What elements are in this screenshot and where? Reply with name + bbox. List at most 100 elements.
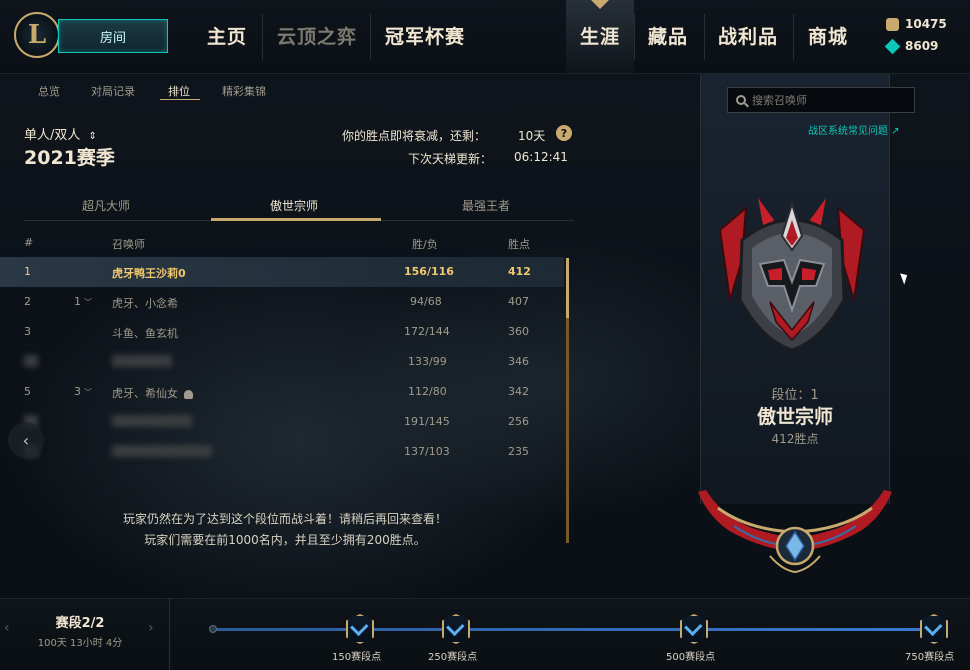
decay-value: 10天 [518,129,546,143]
table-row[interactable]: 3 斗鱼、鱼玄机 172/144 360 [0,317,564,347]
col-header-record: 胜/负 [412,238,438,251]
nav-separator [793,14,794,60]
nav-separator [262,14,263,60]
ladder-update-value: 06:12:41 [514,150,568,164]
chevron-left-icon[interactable]: ‹ [8,422,44,458]
be-amount: 8609 [905,39,939,53]
row-record: 94/68 [410,295,442,308]
person-icon [184,389,193,399]
row-lp: 256 [508,415,529,428]
blue-essence-icon [884,38,901,54]
nav-tab-clash[interactable]: 冠军杯赛 [385,22,465,49]
table-row[interactable]: 191/145 256 [0,407,564,437]
league-logo-icon[interactable]: L [14,12,60,58]
row-rank-change: 1 ﹀ [74,295,92,308]
row-record: 172/144 [404,325,450,338]
tier-tab-grandmaster[interactable]: 傲世宗师 [270,197,318,214]
table-scroll-thumb[interactable] [566,258,569,318]
col-header-rank: # [24,236,34,249]
nav-tab-store[interactable]: 商城 [808,22,848,49]
row-lp: 342 [508,385,529,398]
subnav-highlights[interactable]: 精彩集锦 [222,83,266,99]
row-rank-change: 3 ﹀ [74,385,92,398]
help-icon[interactable]: ? [556,125,572,141]
subnav-ranked[interactable]: 排位 [168,83,190,99]
search-icon [736,95,746,105]
nav-tab-home[interactable]: 主页 [207,22,247,49]
nav-tab-collection[interactable]: 藏品 [648,22,688,49]
row-record: 156/116 [404,265,454,278]
row-record: 133/99 [408,355,447,368]
rank-tier-name: 傲世宗师 [756,406,833,428]
nav-tab-loot[interactable]: 战利品 [718,22,778,49]
split-time-left: 100天 13小时 4分 [37,638,123,649]
rank-position: 段位：1 [771,388,819,403]
sort-toggle-icon: ⇕ [88,131,97,142]
row-rank: 5 [24,385,31,398]
row-summoner-blurred[interactable] [112,415,192,427]
progress-start-node [209,625,217,633]
row-record: 191/145 [404,415,450,428]
row-record: 112/80 [408,385,447,398]
table-row[interactable]: 2 1 ﹀ 虎牙、小念希 94/68 407 [0,287,564,317]
chevron-down-icon: ﹀ [84,388,92,397]
col-header-lp: 胜点 [508,238,530,251]
row-summoner-blurred[interactable] [112,445,212,457]
rp-amount: 10475 [905,17,947,31]
row-lp: 412 [508,265,531,278]
row-lp: 360 [508,325,529,338]
table-row[interactable]: 133/99 346 [0,347,564,377]
nav-separator [634,14,635,60]
subnav-overview[interactable]: 总览 [38,83,60,99]
grandmaster-emblem-icon [718,198,866,352]
row-lp: 235 [508,445,529,458]
ladder-update-label: 下次天梯更新： [408,152,493,166]
rp-balance[interactable]: 10475 [886,17,947,31]
row-record: 137/103 [404,445,450,458]
summoner-search[interactable] [727,87,915,113]
faq-link[interactable]: 战区系统常见问题 ↗ [808,122,900,137]
row-lp: 346 [508,355,529,368]
row-summoner[interactable]: 虎牙、希仙女 [112,385,193,401]
milestone-label: 150赛段点 [332,652,382,663]
ladder-message-line2: 玩家们需要在前1000名内，并且至少拥有200胜点。 [144,533,426,547]
table-row[interactable]: 137/103 235 [0,437,564,467]
row-summoner-blurred[interactable] [112,355,172,367]
be-balance[interactable]: 8609 [884,38,939,54]
play-button[interactable]: 房间 [58,19,168,53]
split-title: 赛段2/2 [55,616,105,631]
rp-coin-icon [886,17,899,31]
row-summoner[interactable]: 斗鱼、鱼玄机 [112,325,178,341]
row-rank: 3 [24,325,31,338]
row-rank: 2 [24,295,31,308]
tier-tab-active-underline [211,218,381,221]
col-header-summoner: 召唤师 [112,238,145,251]
nav-tab-tft[interactable]: 云顶之弈 [277,22,357,49]
decay-label: 你的胜点即将衰减，还剩： [342,129,487,143]
subnav-match-history[interactable]: 对局记录 [91,83,135,99]
table-row[interactable]: 1 虎牙鸭王沙莉0 156/116 412 [0,257,564,287]
search-input[interactable] [752,93,902,107]
subnav-active-underline [160,99,200,100]
tier-tab-challenger[interactable]: 最强王者 [462,197,510,214]
progress-track-fill [212,628,934,631]
tier-tab-master[interactable]: 超凡大师 [82,197,130,214]
ladder-message-line1: 玩家仍然在为了达到这个段位而战斗着！请稍后再回来查看！ [122,512,447,526]
queue-selector[interactable]: 单人/双人 ⇕ [24,124,97,143]
table-row[interactable]: 5 3 ﹀ 虎牙、希仙女 112/80 342 [0,377,564,407]
nav-separator [370,14,371,60]
chevron-down-icon: ﹀ [84,298,92,307]
row-summoner[interactable]: 虎牙、小念希 [112,295,178,311]
milestone-label: 250赛段点 [428,652,478,663]
season-title: 2021赛季 [24,147,115,169]
nav-separator [704,14,705,60]
row-rank-blurred [24,355,38,367]
active-tab-indicator-icon [591,0,609,9]
row-summoner[interactable]: 虎牙鸭王沙莉0 [112,265,186,281]
nav-tab-profile[interactable]: 生涯 [580,22,620,49]
queue-label: 单人/双人 [24,128,81,143]
row-lp: 407 [508,295,529,308]
milestone-label: 500赛段点 [666,652,716,663]
row-rank: 1 [24,265,31,278]
rank-lp: 412胜点 [771,432,819,446]
